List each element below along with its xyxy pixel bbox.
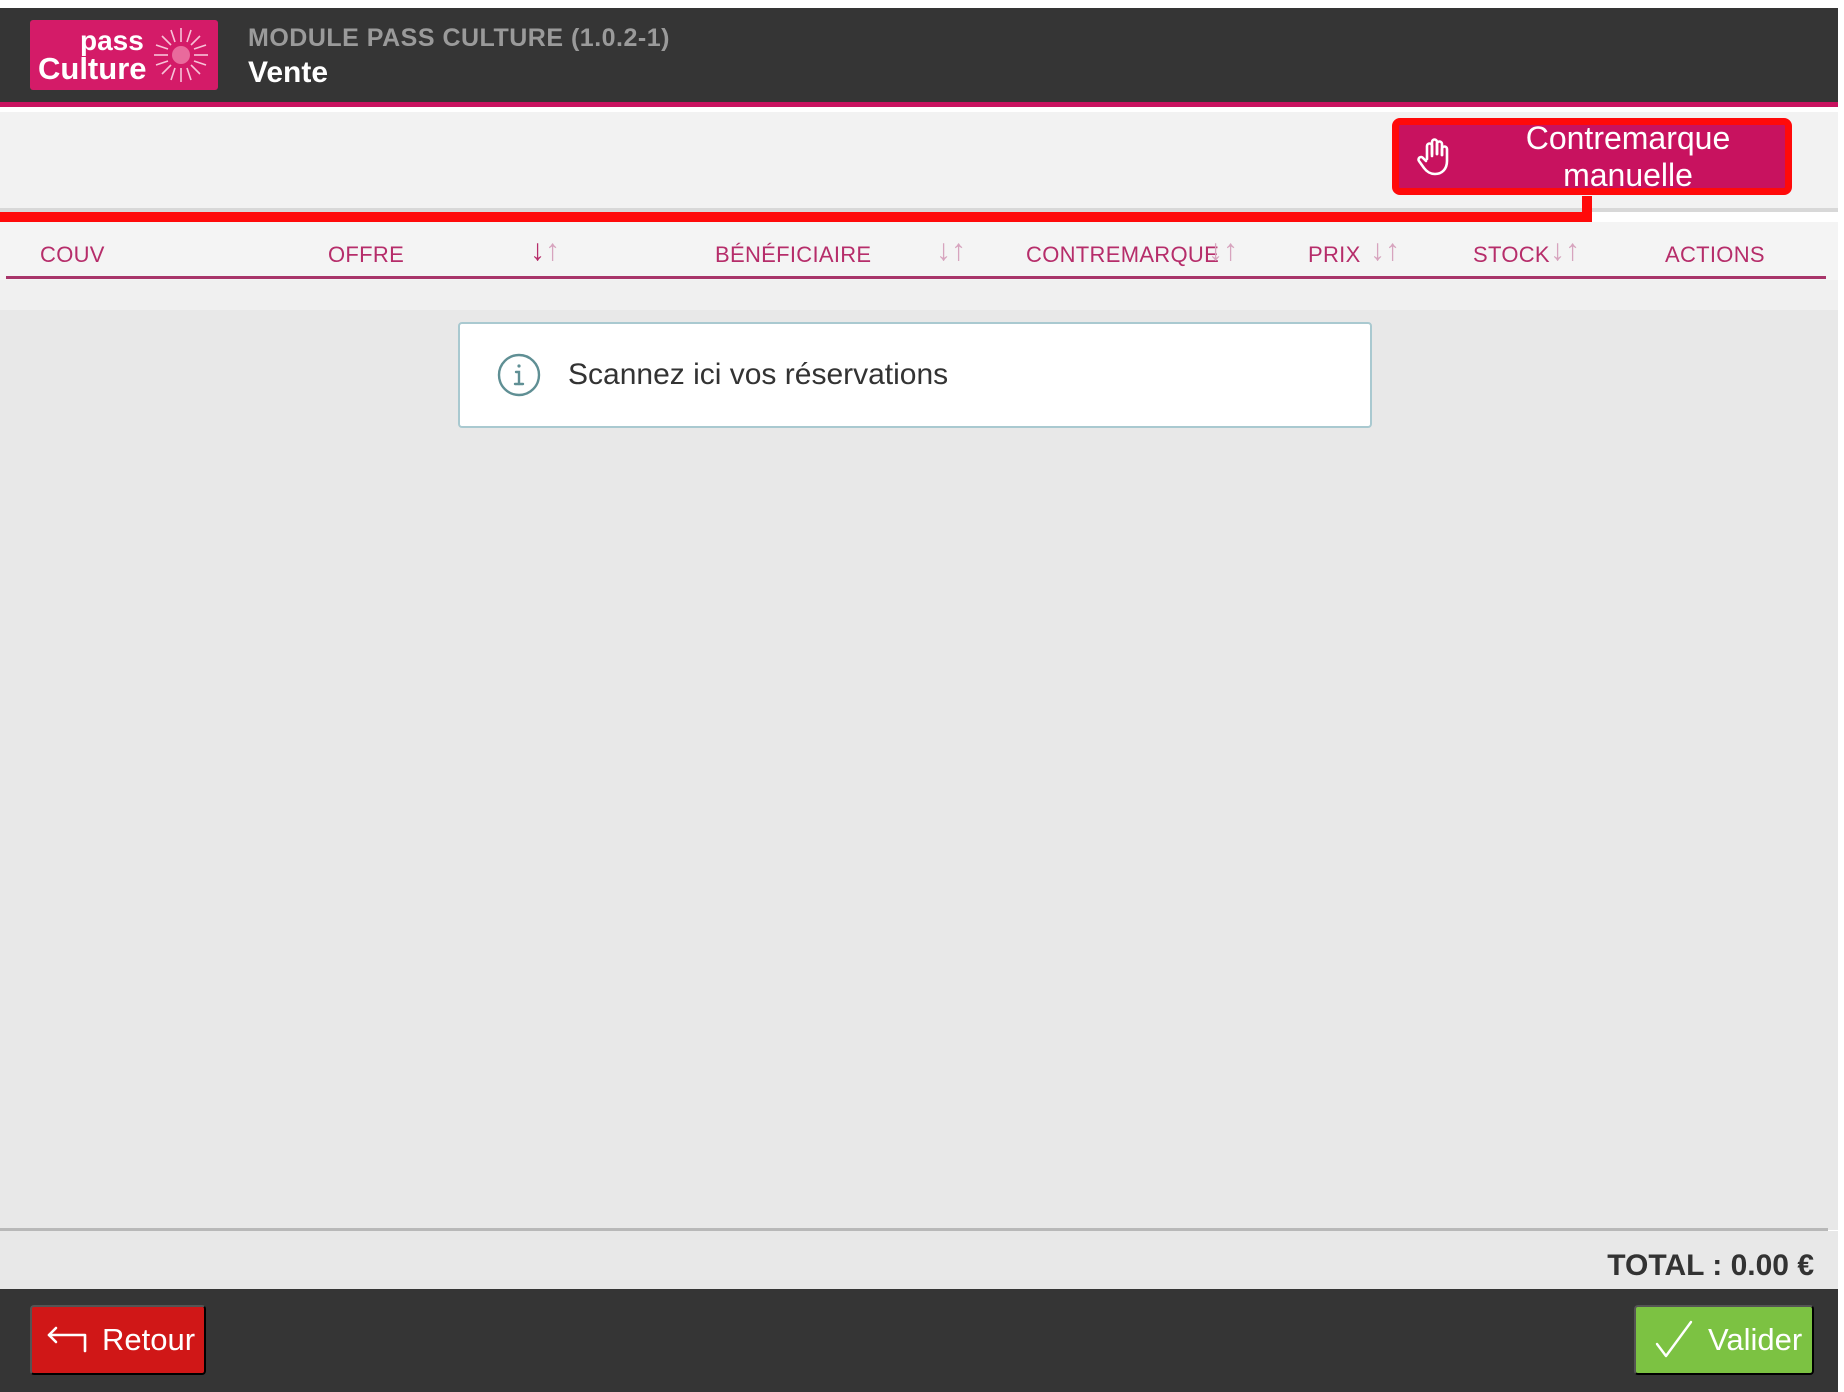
app-footer: Retour Valider (0, 1289, 1844, 1392)
logo-text-culture: Culture (38, 51, 147, 86)
sort-beneficiaire-icon[interactable]: ↓↑ (936, 236, 966, 266)
highlight-connector-vertical (1582, 196, 1592, 222)
back-button[interactable]: Retour (30, 1305, 206, 1375)
validate-button[interactable]: Valider (1634, 1305, 1814, 1375)
column-stock[interactable]: STOCK (1473, 242, 1550, 268)
scan-info-box: Scannez ici vos réservations (458, 322, 1372, 428)
manual-countermark-label: Contremarque manuelle (1525, 119, 1731, 193)
sort-stock-icon[interactable]: ↓↑ (1550, 236, 1580, 266)
sort-prix-icon[interactable]: ↓↑ (1370, 236, 1400, 266)
column-prix[interactable]: PRIX (1308, 242, 1361, 268)
sort-contremarque-icon[interactable]: ↓↑ (1208, 236, 1238, 266)
logo-burst-icon (154, 28, 208, 82)
scan-message: Scannez ici vos réservations (568, 358, 949, 391)
sale-list-area: Scannez ici vos réservations (0, 310, 1844, 1230)
total-amount: TOTAL : 0.00 € (1607, 1249, 1814, 1282)
back-label: Retour (102, 1322, 196, 1357)
window-edge (1838, 0, 1844, 1392)
table-header-divider (6, 276, 1826, 279)
total-area: TOTAL : 0.00 € (0, 1231, 1844, 1289)
column-beneficiaire[interactable]: BÉNÉFICIAIRE (715, 242, 871, 268)
info-icon (497, 353, 541, 397)
column-couv[interactable]: COUV (40, 242, 105, 268)
toolbar: Contremarque manuelle (0, 112, 1844, 212)
app-header: pass Culture MODULE PASS CULTURE (1.0.2-… (0, 8, 1844, 107)
sort-offre-icon[interactable]: ↓↑ (530, 236, 560, 266)
module-title: MODULE PASS CULTURE (1.0.2-1) (248, 24, 670, 52)
column-actions: ACTIONS (1665, 242, 1765, 267)
hand-icon (1417, 137, 1449, 175)
validate-label: Valider (1708, 1322, 1803, 1357)
column-contremarque[interactable]: CONTREMARQUE (1026, 242, 1219, 268)
manual-countermark-button[interactable]: Contremarque manuelle (1392, 118, 1792, 195)
pass-culture-logo: pass Culture (30, 20, 218, 90)
highlight-connector (0, 212, 1592, 222)
check-icon (1655, 1320, 1693, 1358)
table-header: COUV OFFRE ↓↑ BÉNÉFICIAIRE ↓↑ CONTREMARQ… (0, 222, 1844, 280)
column-offre[interactable]: OFFRE (328, 242, 404, 268)
table-empty-row (0, 280, 1844, 310)
return-arrow-icon (47, 1326, 87, 1353)
page-title: Vente (248, 56, 329, 89)
